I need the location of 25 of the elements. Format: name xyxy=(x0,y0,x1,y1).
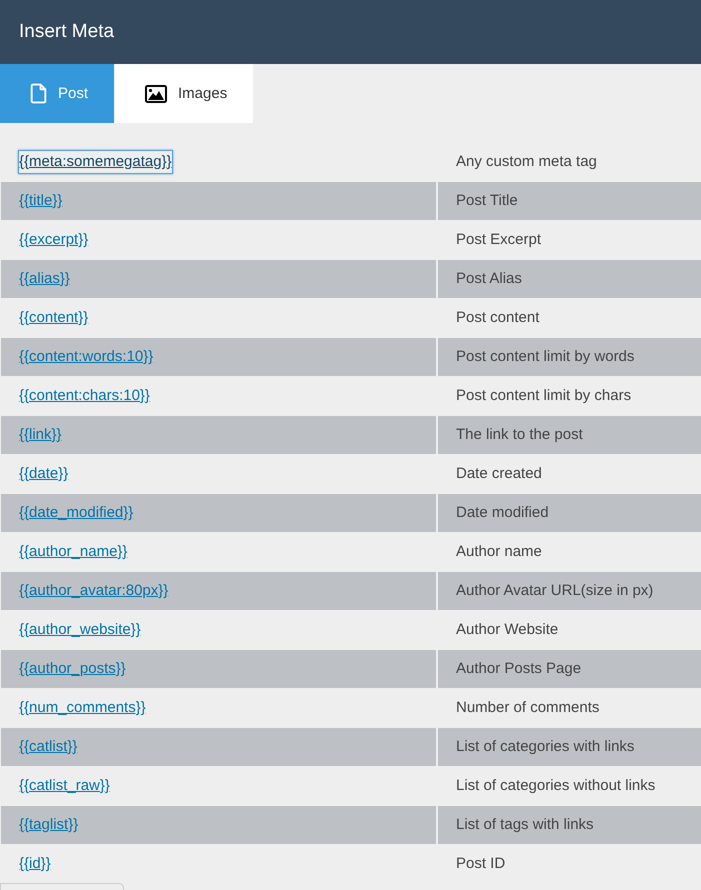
meta-tag-link[interactable]: {{catlist_raw}} xyxy=(18,774,111,798)
meta-tag-link[interactable]: {{author_website}} xyxy=(18,618,142,642)
meta-tag-link[interactable]: {{content:chars:10}} xyxy=(18,384,151,408)
meta-tag-link[interactable]: {{date}} xyxy=(18,462,70,486)
meta-tag-link[interactable]: {{author_posts}} xyxy=(18,657,127,681)
meta-tag-link[interactable]: {{alias}} xyxy=(18,267,71,291)
tab[interactable]: Images xyxy=(115,64,254,123)
meta-tag-link[interactable]: {{content}} xyxy=(18,306,90,330)
meta-tag-link[interactable]: {{excerpt}} xyxy=(18,228,90,252)
window-title: Insert Meta xyxy=(19,20,114,44)
meta-tag-link[interactable]: {{meta:somemegatag}} xyxy=(18,150,173,174)
meta-tag-link[interactable]: {{id}} xyxy=(18,852,52,876)
meta-tag-link[interactable]: {{author_avatar:80px}} xyxy=(18,579,170,603)
description-cell: Post ID xyxy=(436,845,701,883)
meta-tag-link[interactable]: {{catlist}} xyxy=(18,735,78,759)
image-icon xyxy=(145,84,167,102)
meta-tag-link[interactable]: {{link}} xyxy=(18,423,63,447)
meta-tag-link[interactable]: {{content:words:10}} xyxy=(18,345,154,369)
meta-tag-link[interactable]: {{num_comments}} xyxy=(18,696,147,720)
meta-tag-link[interactable]: {{author_name}} xyxy=(18,540,128,564)
document-icon xyxy=(30,83,47,104)
meta-tag-link[interactable]: {{taglist}} xyxy=(18,813,80,837)
tab[interactable]: Post xyxy=(0,64,114,123)
meta-tag-link[interactable]: {{title}} xyxy=(18,189,64,213)
meta-tag-link[interactable]: {{date_modified}} xyxy=(18,501,134,525)
